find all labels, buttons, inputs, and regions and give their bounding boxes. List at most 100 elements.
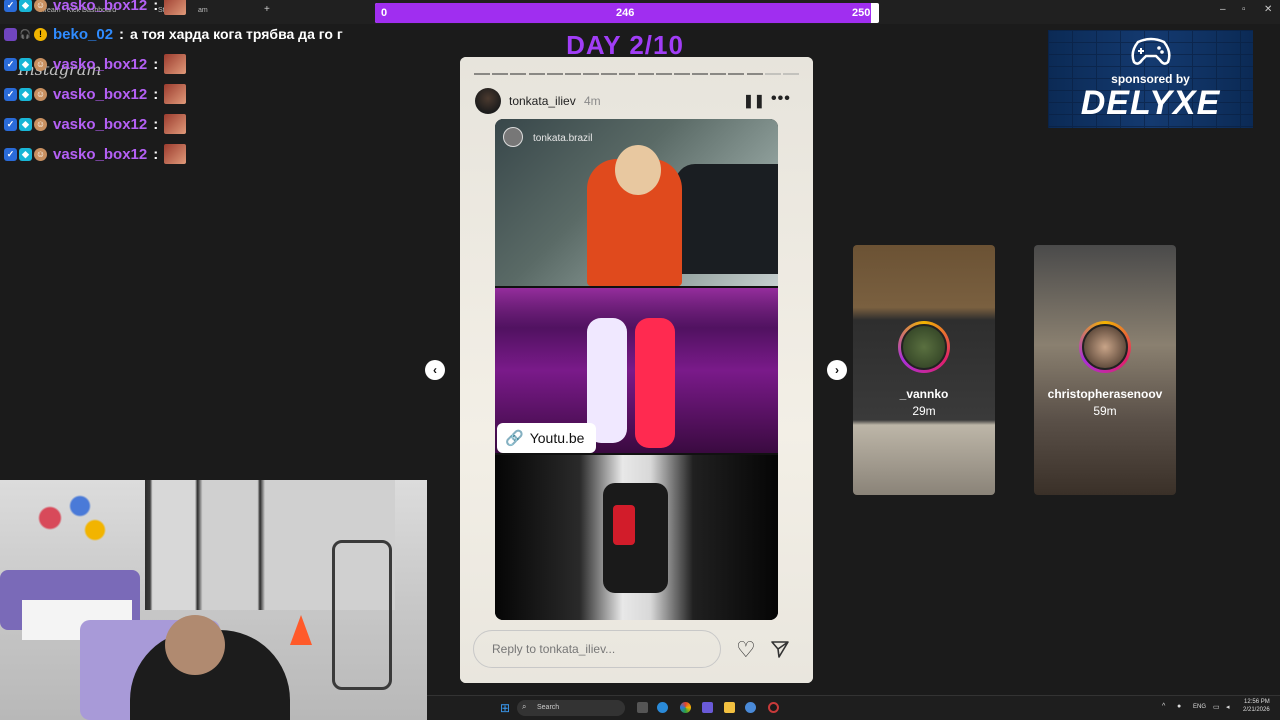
chat-username[interactable]: vasko_box12 [53,56,147,73]
obs-icon[interactable] [768,702,779,713]
gem-badge-icon: ◆ [19,117,32,131]
gem-badge-icon: ◆ [19,147,32,161]
tray-chevron-icon[interactable]: ^ [1162,703,1165,710]
story-progress-segment [692,73,709,75]
maximize-icon[interactable]: ▫ [1242,4,1246,15]
gem-badge-icon: ◆ [19,57,32,71]
webcam-feed [0,480,427,720]
windows-start-icon[interactable]: ⊞ [500,701,510,715]
chat-message: ✓ ◆ ☺ vasko_box12 : [4,53,187,75]
more-options-icon[interactable]: ••• [771,90,791,108]
story-progress-segment [619,73,636,75]
chat-emote [164,114,187,134]
previous-story-button[interactable]: ‹ [425,360,445,380]
chat-message: ✓ ◆ ☺ vasko_box12 : [4,113,187,135]
face-badge-icon: ☺ [34,0,47,12]
face-badge-icon: ☺ [34,57,47,71]
verified-badge-icon: ✓ [4,117,17,131]
volume-icon[interactable]: ◂ [1226,703,1230,711]
chat-emote [164,144,187,164]
chat-emote [164,0,187,15]
avatar [1079,321,1131,373]
story-progress-segment [564,73,581,75]
gem-badge-icon: ◆ [19,0,32,12]
link-sticker[interactable]: 🔗 Youtu.be [497,423,597,453]
sponsor-brand: DELYXE [1080,84,1221,122]
link-sticker-text: Youtu.be [529,430,585,446]
story-progress-segment [637,73,654,75]
microphone-icon[interactable]: ● [1177,703,1181,710]
chat-username[interactable]: vasko_box12 [53,0,147,14]
side-story-username: christopherasenoov [1047,387,1163,401]
close-icon[interactable]: ✕ [1264,4,1272,15]
gem-badge-icon: ◆ [19,87,32,101]
story-progress-segment [474,73,491,75]
story-username[interactable]: tonkata_iliev [509,94,576,108]
like-heart-icon[interactable]: ♡ [736,637,756,663]
headphones-badge-icon: 🎧 [19,28,32,39]
face-badge-icon: ☺ [34,117,47,131]
face-badge-icon: ☺ [34,147,47,161]
link-icon: 🔗 [505,430,524,447]
reshare-avatar [503,127,523,147]
taskbar-search[interactable]: Search [517,700,625,716]
sub-goal-bar: 0 246 250 [375,3,879,23]
alert-badge-icon: ! [34,27,47,41]
verified-badge-icon: ✓ [4,0,17,12]
goal-current: 246 [616,7,635,19]
story-progress-segment [728,73,745,75]
verified-badge-icon: ✓ [4,87,17,101]
minimize-icon[interactable]: – [1220,4,1226,15]
goal-target: 250 [852,7,871,19]
send-icon[interactable] [770,639,790,659]
edge-icon[interactable] [657,702,668,713]
story-progress-segment [782,73,799,75]
story-progress-segment [510,73,527,75]
story-progress-segment [655,73,672,75]
story-progress-segment [492,73,509,75]
sponsor-banner: sponsored by DELYXE [1048,30,1253,128]
story-progress-segment [601,73,618,75]
side-story-time: 59m [1093,404,1117,418]
side-story-time: 29m [912,404,936,418]
gamepad-icon [1131,37,1171,65]
chat-username[interactable]: vasko_box12 [53,146,147,163]
taskbar-clock[interactable]: 12:56 PM 2/21/2026 [1243,698,1270,714]
avatar [898,321,950,373]
story-progress-segment [764,73,781,75]
side-story-username: _vannko [899,387,949,401]
story-progress-segment [673,73,690,75]
chat-username[interactable]: vasko_box12 [53,116,147,133]
task-view-icon[interactable] [637,702,648,713]
chat-text: а тоя харда кога трябва да го г [130,26,343,42]
search-icon: ⌕ [522,702,527,711]
network-icon[interactable]: ▭ [1213,703,1220,711]
language-indicator[interactable]: ENG [1193,704,1206,710]
chat-message: ✓ ◆ ☺ vasko_box12 : [4,143,187,165]
side-story-card[interactable]: christopherasenoov 59m [1034,245,1176,495]
story-media[interactable]: tonkata.brazil 🔗 Youtu.be [495,119,778,620]
app-icon[interactable] [745,702,756,713]
story-progress-segment [710,73,727,75]
next-story-button[interactable]: › [827,360,847,380]
chrome-icon[interactable] [680,702,691,713]
pause-icon[interactable]: ❚❚ [743,93,765,109]
chat-message: 🎧 ! beko_02 : а тоя харда кога трябва да… [4,23,343,45]
chat-message: ✓ ◆ ☺ vasko_box12 : [4,83,187,105]
reply-input[interactable]: Reply to tonkata_iliev... [473,630,721,668]
story-viewer: tonkata_iliev 4m ❚❚ ••• tonkata.brazil 🔗… [460,57,813,683]
story-progress-segment [583,73,600,75]
side-story-card[interactable]: _vannko 29m [853,245,995,495]
new-tab-icon[interactable]: + [264,4,270,15]
hexagon-badge-icon [4,27,17,41]
story-progress-segment [546,73,563,75]
avatar[interactable] [475,88,501,114]
chat-username[interactable]: beko_02 [53,26,113,43]
file-explorer-icon[interactable] [724,702,735,713]
chat-username[interactable]: vasko_box12 [53,86,147,103]
browser-tab[interactable]: am [190,2,216,20]
chat-message: ✓ ◆ ☺ vasko_box12 : [4,0,187,16]
discord-icon[interactable] [702,702,713,713]
story-photo-top: tonkata.brazil [495,119,778,286]
face-badge-icon: ☺ [34,87,47,101]
